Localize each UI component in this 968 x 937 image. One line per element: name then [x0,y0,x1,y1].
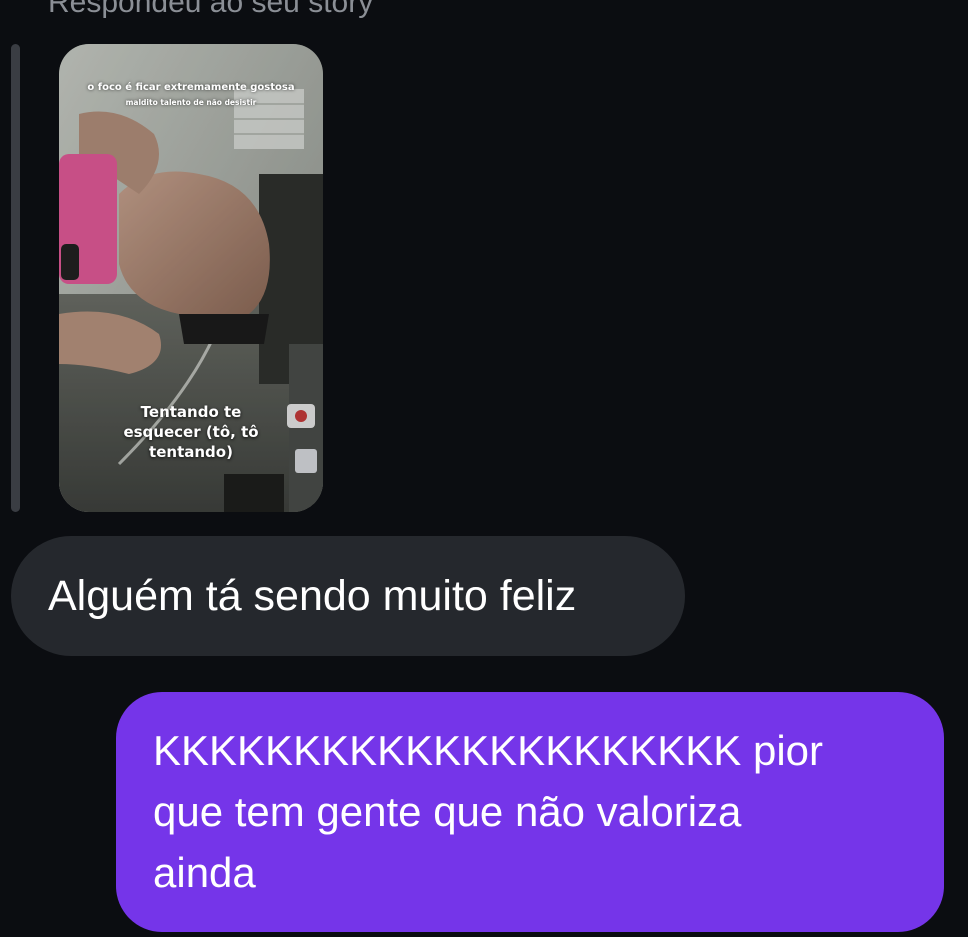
sent-message-text: KKKKKKKKKKKKKKKKKKKKK pior que tem gente… [153,727,823,896]
reply-indicator-bar [11,44,20,512]
sent-message-bubble[interactable]: KKKKKKKKKKKKKKKKKKKKK pior que tem gente… [116,692,944,932]
story-subtext: maldito talento de não desistir [125,98,257,107]
story-thumbnail[interactable]: o foco é ficar extremamente gostosa mald… [59,44,323,512]
received-message-bubble[interactable]: Alguém tá sendo muito feliz [11,536,685,656]
received-message-text: Alguém tá sendo muito feliz [48,571,577,620]
story-reply-label: Respondeu ao seu story [48,0,374,19]
story-top-text: o foco é ficar extremamente gostosa [87,82,295,93]
story-caption: Tentando te esquecer (tô, tô tentando) [123,403,259,461]
